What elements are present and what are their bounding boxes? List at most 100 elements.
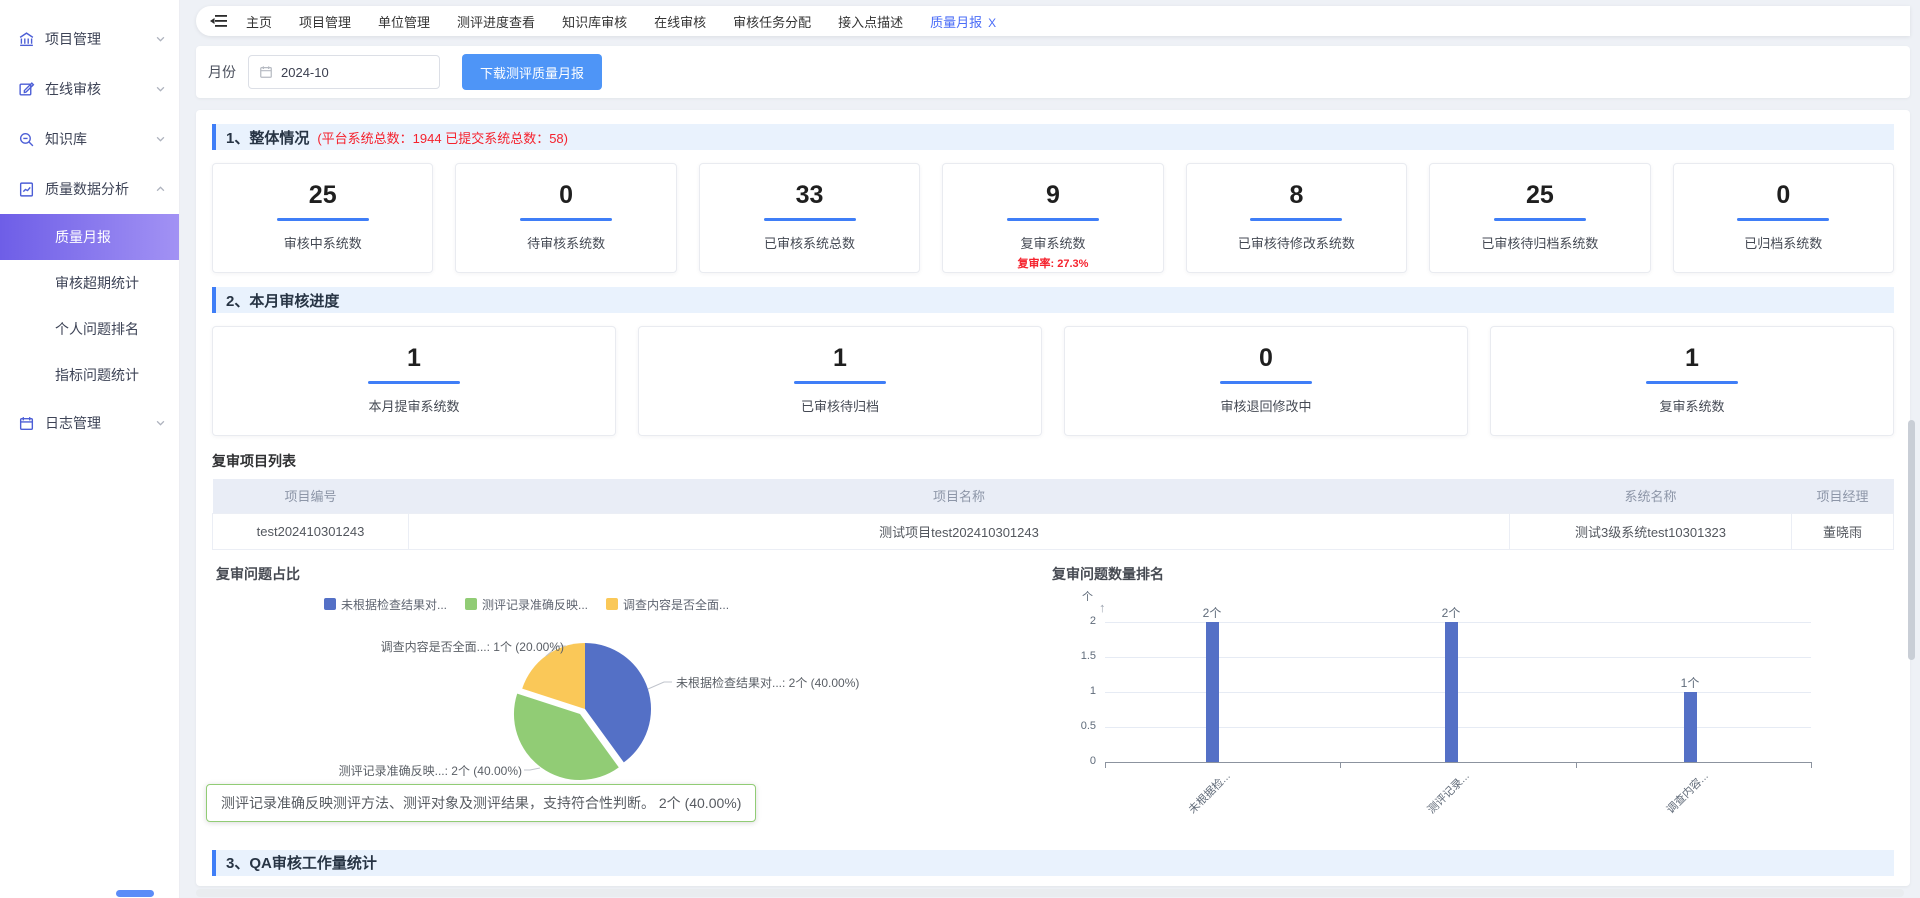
table-row[interactable]: test202410301243 测试项目test202410301243 测试… (213, 513, 1894, 549)
stat-label: 审核退回修改中 (1065, 396, 1467, 415)
sidebar-item-label: 日志管理 (45, 413, 101, 433)
tab-online-review[interactable]: 在线审核 (654, 12, 706, 31)
sidebar-item-label: 质量数据分析 (45, 179, 129, 199)
search-icon (18, 131, 35, 148)
pie-label-green: 测评记录准确反映...: 2个 (40.00%) (339, 762, 522, 779)
stat-underline (1007, 218, 1099, 221)
tab-unit-management[interactable]: 单位管理 (378, 12, 430, 31)
y-tick: 2 (1062, 615, 1096, 627)
pie-connector-green (524, 768, 540, 770)
stat-label: 已审核待修改系统数 (1187, 233, 1406, 252)
x-category-label: 测评记录... (1423, 768, 1472, 817)
sidebar: 项目管理 在线审核 知识库 (0, 0, 180, 898)
tab-evaluation-progress[interactable]: 测评进度查看 (457, 12, 535, 31)
tab-project-management[interactable]: 项目管理 (299, 12, 351, 31)
pie-label-yellow: 调查内容是否全面...: 1个 (20.00%) (381, 638, 564, 655)
menu-collapse-icon[interactable] (210, 14, 228, 28)
sidebar-subitem-quality-monthly-report[interactable]: 质量月报 (0, 214, 179, 260)
stat-label: 复审系统数 (943, 233, 1162, 252)
bar-chart-issue-ranking: 复审问题数量排名 个 ↑ 2 1.5 1 0.5 0 (1048, 562, 1894, 838)
stat-underline (1646, 381, 1738, 384)
tab-access-point-desc[interactable]: 接入点描述 (838, 12, 903, 31)
x-category-label: 未根据检... (1184, 768, 1233, 817)
pie-tooltip: 测评记录准确反映测评方法、测评对象及测评结果，支持符合性判断。 2个 (40.0… (206, 784, 756, 822)
month-cards-row: 1 本月提审系统数 1 已审核待归档 0 审核退回修改中 1 复 (212, 326, 1894, 436)
stat-card-to-modify: 8 已审核待修改系统数 (1186, 163, 1407, 273)
report-content: 1、整体情况 (平台系统总数：1944 已提交系统总数：58) 25 审核中系统… (196, 110, 1910, 886)
stat-underline (1737, 218, 1829, 221)
table-header-row: 项目编号 项目名称 系统名称 项目经理 (213, 479, 1894, 513)
col-project-id: 项目编号 (213, 479, 409, 513)
y-tick: 0.5 (1062, 720, 1096, 732)
bank-icon (18, 31, 35, 48)
x-axis-tick (1105, 763, 1106, 768)
sidebar-hscroll-thumb[interactable] (116, 890, 154, 897)
sidebar-item-log-management[interactable]: 日志管理 (0, 398, 179, 448)
sidebar-subitem-personal-issue-ranking[interactable]: 个人问题排名 (0, 306, 179, 352)
month-label: 月份 (208, 62, 236, 82)
chevron-down-icon (156, 136, 165, 142)
tab-quality-monthly-report[interactable]: 质量月报X (930, 12, 996, 31)
stat-label: 已审核待归档系统数 (1430, 233, 1649, 252)
stat-value: 0 (1674, 181, 1893, 210)
stat-underline (1494, 218, 1586, 221)
section-2-header: 2、本月审核进度 (212, 287, 1894, 313)
month-picker[interactable] (248, 55, 440, 89)
tab-home[interactable]: 主页 (246, 12, 272, 31)
tab-knowledge-review[interactable]: 知识库审核 (562, 12, 627, 31)
bar-value-3[interactable] (1684, 692, 1697, 762)
stat-card-pending-review: 0 待审核系统数 (455, 163, 676, 273)
section-3-header: 3、QA审核工作量统计 (212, 850, 1894, 876)
review-table-title: 复审项目列表 (212, 451, 1894, 471)
col-project-manager: 项目经理 (1792, 479, 1894, 513)
bar-value-1[interactable] (1206, 622, 1219, 762)
app-root: 项目管理 在线审核 知识库 (0, 0, 1920, 898)
cell-project-id: test202410301243 (213, 513, 409, 549)
y-tick: 0 (1062, 755, 1096, 767)
download-report-button[interactable]: 下载测评质量月报 (462, 54, 602, 90)
horizontal-scrollbar-track[interactable] (196, 889, 1904, 897)
stat-card-reviewing: 25 审核中系统数 (212, 163, 433, 273)
bar-value-label: 2个 (1431, 604, 1471, 621)
sidebar-item-label: 在线审核 (45, 79, 101, 99)
stat-value: 0 (1065, 344, 1467, 373)
stat-value: 1 (213, 344, 615, 373)
stat-card-month-returned: 0 审核退回修改中 (1064, 326, 1468, 436)
sidebar-item-knowledge-base[interactable]: 知识库 (0, 114, 179, 164)
y-axis-unit: 个 (1082, 588, 1093, 604)
stat-card-month-re-review: 1 复审系统数 (1490, 326, 1894, 436)
cell-system-name: 测试3级系统test10301323 (1510, 513, 1792, 549)
section-3-title: 3、QA审核工作量统计 (226, 852, 377, 873)
x-axis-tick (1576, 763, 1577, 768)
chart-doc-icon (18, 181, 35, 198)
x-axis-tick (1811, 763, 1812, 768)
sidebar-item-online-review[interactable]: 在线审核 (0, 64, 179, 114)
vertical-scrollbar-thumb[interactable] (1908, 420, 1915, 660)
sidebar-subitem-review-overdue-stats[interactable]: 审核超期统计 (0, 260, 179, 306)
stat-value: 1 (1491, 344, 1893, 373)
bar-value-label: 1个 (1670, 674, 1710, 691)
pie-label-blue: 未根据检查结果对...: 2个 (40.00%) (676, 674, 859, 691)
calendar-log-icon (18, 415, 35, 432)
pie-connector-blue (648, 682, 672, 689)
stat-label: 已归档系统数 (1674, 233, 1893, 252)
stat-underline (764, 218, 856, 221)
sidebar-item-label: 知识库 (45, 129, 87, 149)
stat-label: 已审核待归档 (639, 396, 1041, 415)
edit-icon (18, 81, 35, 98)
y-axis-arrow-icon: ↑ (1099, 600, 1106, 615)
stat-value: 33 (700, 181, 919, 210)
stat-label: 复审系统数 (1491, 396, 1893, 415)
stat-value: 9 (943, 181, 1162, 210)
month-input[interactable] (281, 65, 411, 80)
sidebar-subitem-indicator-issue-stats[interactable]: 指标问题统计 (0, 352, 179, 398)
close-icon[interactable]: X (988, 16, 996, 30)
sidebar-item-quality-data-analysis[interactable]: 质量数据分析 (0, 164, 179, 214)
calendar-icon (259, 65, 273, 79)
col-system-name: 系统名称 (1510, 479, 1792, 513)
tabbar: 主页 项目管理 单位管理 测评进度查看 知识库审核 在线审核 审核任务分配 接入… (196, 6, 1910, 36)
main-area: 主页 项目管理 单位管理 测评进度查看 知识库审核 在线审核 审核任务分配 接入… (180, 0, 1920, 898)
bar-value-2[interactable] (1445, 622, 1458, 762)
sidebar-item-project-management[interactable]: 项目管理 (0, 14, 179, 64)
tab-review-task-assign[interactable]: 审核任务分配 (733, 12, 811, 31)
